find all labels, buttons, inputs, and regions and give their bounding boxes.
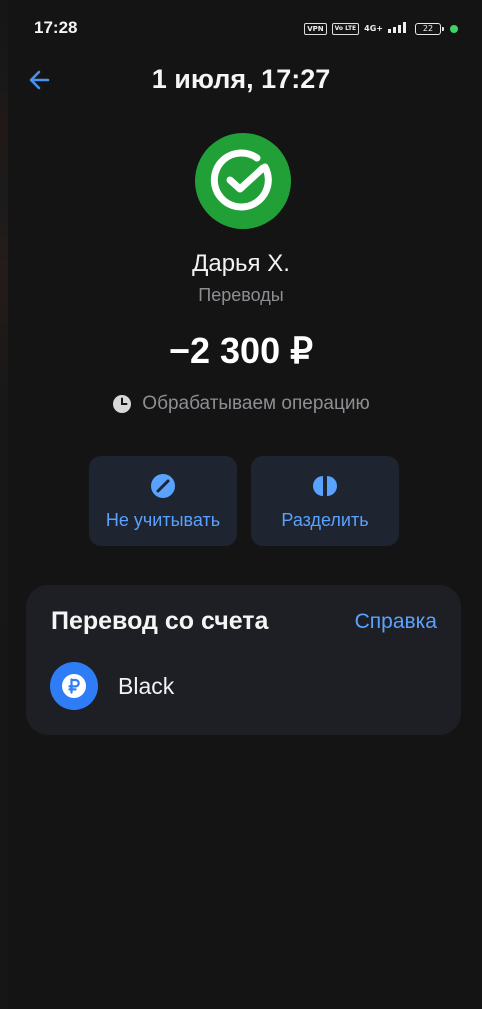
background-edge (0, 0, 8, 1009)
not-counted-icon (89, 472, 237, 500)
transaction-status: Обрабатываем операцию (0, 393, 482, 415)
account-name: Black (118, 672, 175, 699)
ignore-button[interactable]: Не учитывать (89, 456, 237, 546)
volte-icon: Vo LTE (331, 23, 360, 35)
network-type-label: 4G+ (364, 24, 383, 33)
privacy-indicator-dot (450, 25, 458, 33)
ruble-icon (50, 662, 98, 710)
recipient-name: Дарья Х. (192, 250, 290, 277)
status-icons: VPN Vo LTE 4G+ 22 (304, 20, 458, 38)
clock-icon (113, 395, 132, 413)
status-text: Обрабатываем операцию (142, 393, 370, 414)
split-button-label: Разделить (281, 510, 369, 530)
header: 1 июля, 17:27 (0, 56, 482, 106)
transaction-amount: −2 300 ₽ (168, 330, 314, 371)
account-row[interactable]: Black (50, 661, 174, 711)
ignore-button-label: Не учитывать (105, 510, 221, 530)
battery-icon: 22 (415, 23, 444, 35)
transfer-card-title: Перевод со счета (51, 607, 269, 635)
status-time: 17:28 (34, 18, 78, 37)
help-link[interactable]: Справка (355, 610, 437, 634)
sber-logo-icon (195, 133, 291, 229)
signal-icon (388, 20, 410, 38)
split-button[interactable]: Разделить (251, 456, 399, 546)
transaction-category: Переводы (198, 285, 284, 305)
page-title: 1 июля, 17:27 (151, 64, 331, 94)
vpn-icon: VPN (304, 23, 327, 35)
split-icon (251, 472, 399, 500)
status-bar: 17:28 VPN Vo LTE 4G+ 22 (0, 0, 482, 56)
transfer-card: Перевод со счета Справка Black (26, 585, 461, 735)
